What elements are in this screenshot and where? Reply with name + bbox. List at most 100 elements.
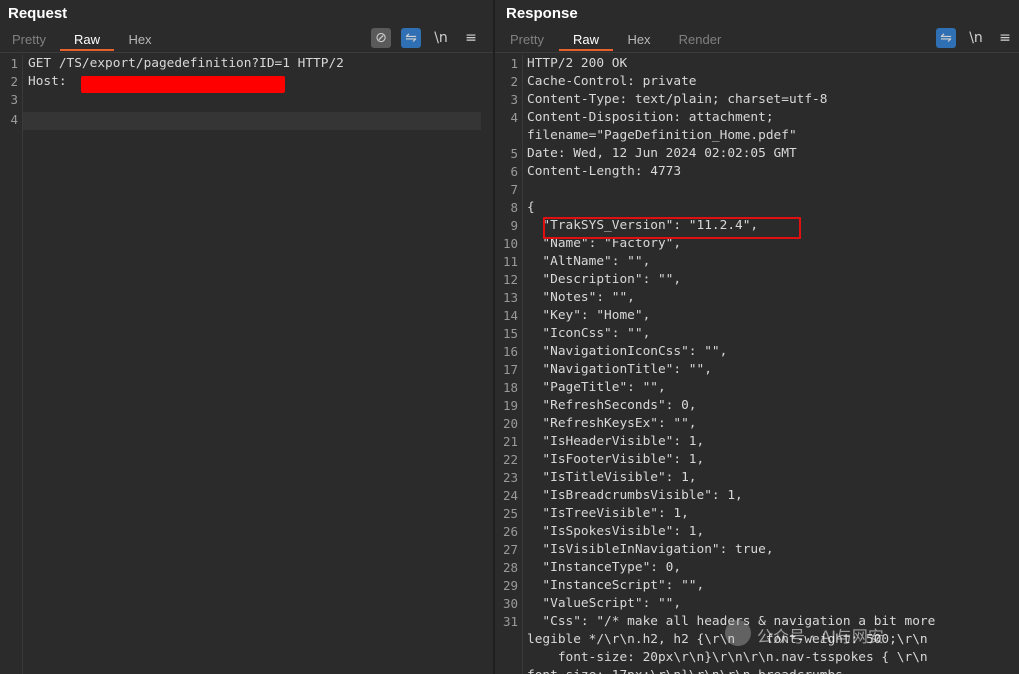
code-line: GET /TS/export/pagedefinition?ID=1 HTTP/… xyxy=(28,56,344,71)
request-tab-hex[interactable]: Hex xyxy=(120,29,160,49)
wrap-lines-button[interactable]: ⇋ xyxy=(401,28,421,48)
line-number: 23 xyxy=(502,470,518,485)
code-line: Host: xyxy=(28,74,75,89)
line-number: 29 xyxy=(502,578,518,593)
code-line: "IsSpokesVisible": 1, xyxy=(527,524,705,539)
wrap-lines-icon: ⇋ xyxy=(405,30,417,46)
line-number: 28 xyxy=(502,560,518,575)
line-number: 5 xyxy=(510,146,518,161)
line-number: 15 xyxy=(502,326,518,341)
line-number: 9 xyxy=(510,218,518,233)
request-title: Request xyxy=(8,5,68,22)
request-gutter: 1 2 3 4 xyxy=(0,55,23,674)
request-menu-button[interactable]: ≡ xyxy=(461,28,481,48)
wechat-logo-icon xyxy=(725,620,751,646)
line-number: 3 xyxy=(510,92,518,107)
response-menu-button[interactable]: ≡ xyxy=(995,28,1015,48)
response-title: Response xyxy=(506,5,578,22)
code-line: "IsTreeVisible": 1, xyxy=(527,506,689,521)
code-line: "IconCss": "", xyxy=(527,326,651,341)
wrap-lines-icon: ⇋ xyxy=(940,30,952,46)
show-newlines-button[interactable]: \n xyxy=(966,28,986,48)
code-line: "Description": "", xyxy=(527,272,682,287)
line-number: 7 xyxy=(510,182,518,197)
current-line-highlight xyxy=(23,112,481,130)
code-line: "IsFooterVisible": 1, xyxy=(527,452,705,467)
code-line: "AltName": "", xyxy=(527,254,651,269)
response-pane: Response Pretty Raw Hex Render ⇋ \n ≡ 12… xyxy=(495,0,1019,674)
line-number: 10 xyxy=(502,236,518,251)
line-number: 20 xyxy=(502,416,518,431)
request-editor[interactable]: 1 2 3 4 GET /TS/export/pagedefinition?ID… xyxy=(0,55,493,674)
code-line: filename="PageDefinition_Home.pdef" xyxy=(527,128,797,143)
code-line: Content-Disposition: attachment; xyxy=(527,110,774,125)
eye-slash-icon: ⊘ xyxy=(375,30,387,46)
line-number: 21 xyxy=(502,434,518,449)
code-line: "IsVisibleInNavigation": true, xyxy=(527,542,774,557)
line-number: 8 xyxy=(510,200,518,215)
request-tab-divider xyxy=(0,52,493,53)
line-number: 1 xyxy=(510,56,518,71)
code-line: Cache-Control: private xyxy=(527,74,697,89)
line-number: 6 xyxy=(510,164,518,179)
request-tab-pretty[interactable]: Pretty xyxy=(4,29,54,49)
code-line: "NavigationIconCss": "", xyxy=(527,344,728,359)
line-number: 19 xyxy=(502,398,518,413)
code-line: "NavigationTitle": "", xyxy=(527,362,712,377)
code-line: HTTP/2 200 OK xyxy=(527,56,628,71)
code-line: "IsTitleVisible": 1, xyxy=(527,470,697,485)
redacted-host xyxy=(81,76,285,93)
line-number: 4 xyxy=(510,110,518,125)
show-newlines-button[interactable]: \n xyxy=(431,28,451,48)
response-editor[interactable]: 1 2 3 4 5 6 7 8 9 10 11 12 13 14 15 16 17 18 19 20 21 22 23 24 2… xyxy=(495,55,1019,674)
code-line: "RefreshSeconds": 0, xyxy=(527,398,697,413)
code-line: "Notes": "", xyxy=(527,290,635,305)
line-number: 25 xyxy=(502,506,518,521)
code-line: "InstanceScript": "", xyxy=(527,578,705,593)
code-line: { xyxy=(527,200,535,215)
code-line: Content-Length: 4773 xyxy=(527,164,682,179)
line-number: 16 xyxy=(502,344,518,359)
code-line: "InstanceType": 0, xyxy=(527,560,682,575)
line-number: 12 xyxy=(502,272,518,287)
code-line: "Key": "Home", xyxy=(527,308,651,323)
watermark-text: 公众号 · AI与网安 xyxy=(757,627,884,646)
wrap-lines-button[interactable]: ⇋ xyxy=(936,28,956,48)
line-number: 2 xyxy=(510,74,518,89)
line-number: 2 xyxy=(10,74,18,89)
hamburger-icon: ≡ xyxy=(465,30,477,46)
response-gutter: 1 2 3 4 5 6 7 8 9 10 11 12 13 14 15 16 17 18 19 20 21 22 23 24 2… xyxy=(495,55,523,674)
response-tab-hex[interactable]: Hex xyxy=(620,29,658,49)
response-tab-pretty[interactable]: Pretty xyxy=(505,29,549,49)
code-line: font-size: 17px;\r\n}\r\n\r\n.breadcrumb… xyxy=(527,667,874,674)
code-line: "IsBreadcrumbsVisible": 1, xyxy=(527,488,743,503)
response-tab-render[interactable]: Render xyxy=(675,29,725,49)
line-number: 26 xyxy=(502,524,518,539)
line-number: 13 xyxy=(502,290,518,305)
line-number: 14 xyxy=(502,308,518,323)
code-line: "PageTitle": "", xyxy=(527,380,666,395)
line-number: 27 xyxy=(502,542,518,557)
version-highlight-box xyxy=(543,217,801,239)
hide-nonprintable-button[interactable]: ⊘ xyxy=(371,28,391,48)
code-line: font-size: 20px\r\n}\r\n\r\n.nav-tsspoke… xyxy=(527,650,928,665)
code-line: Content-Type: text/plain; charset=utf-8 xyxy=(527,92,828,107)
code-line: "RefreshKeysEx": "", xyxy=(527,416,697,431)
request-pane: Request Pretty Raw Hex ⊘ ⇋ \n ≡ 1 2 3 4 … xyxy=(0,0,493,674)
line-number: 24 xyxy=(502,488,518,503)
hamburger-icon: ≡ xyxy=(999,30,1011,46)
line-number: 11 xyxy=(502,254,518,269)
code-line: "IsHeaderVisible": 1, xyxy=(527,434,705,449)
line-number: 3 xyxy=(10,92,18,107)
code-line: "ValueScript": "", xyxy=(527,596,682,611)
line-number: 22 xyxy=(502,452,518,467)
line-number: 18 xyxy=(502,380,518,395)
line-number: 30 xyxy=(502,596,518,611)
request-tab-raw[interactable]: Raw xyxy=(60,29,114,51)
line-number: 31 xyxy=(502,614,518,629)
code-line: Date: Wed, 12 Jun 2024 02:02:05 GMT xyxy=(527,146,797,161)
response-tab-raw[interactable]: Raw xyxy=(559,29,613,51)
response-tab-divider xyxy=(495,52,1019,53)
line-number: 4 xyxy=(10,112,18,127)
line-number: 1 xyxy=(10,56,18,71)
